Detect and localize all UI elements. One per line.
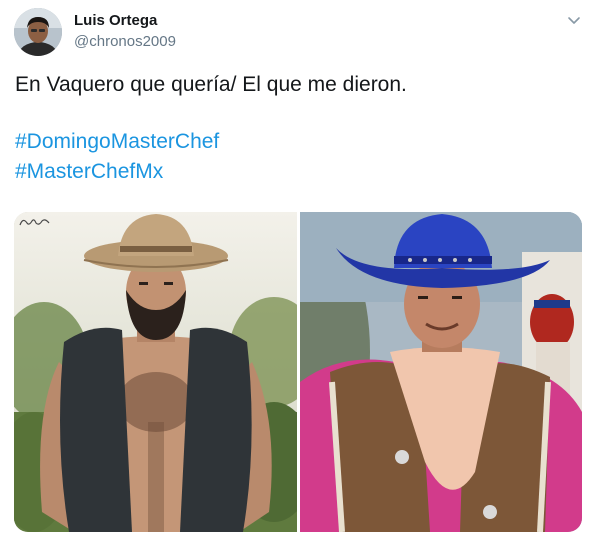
tweet-text: En Vaquero que quería/ El que me dieron. — [15, 73, 407, 96]
avatar[interactable] — [14, 8, 62, 56]
watermark-signature — [18, 215, 52, 229]
hashtag-link[interactable]: #DomingoMasterChef — [15, 130, 219, 153]
photo-left[interactable] — [14, 212, 297, 532]
hashtag-link[interactable]: #MasterChefMx — [15, 160, 163, 183]
tweet-card: Luis Ortega @chronos2009 En Vaquero que … — [0, 0, 593, 552]
author-handle[interactable]: @chronos2009 — [74, 33, 176, 50]
media-grid — [14, 212, 582, 532]
photo-right[interactable] — [300, 212, 582, 532]
author-display-name[interactable]: Luis Ortega — [74, 12, 157, 29]
chevron-down-icon[interactable] — [566, 14, 582, 26]
